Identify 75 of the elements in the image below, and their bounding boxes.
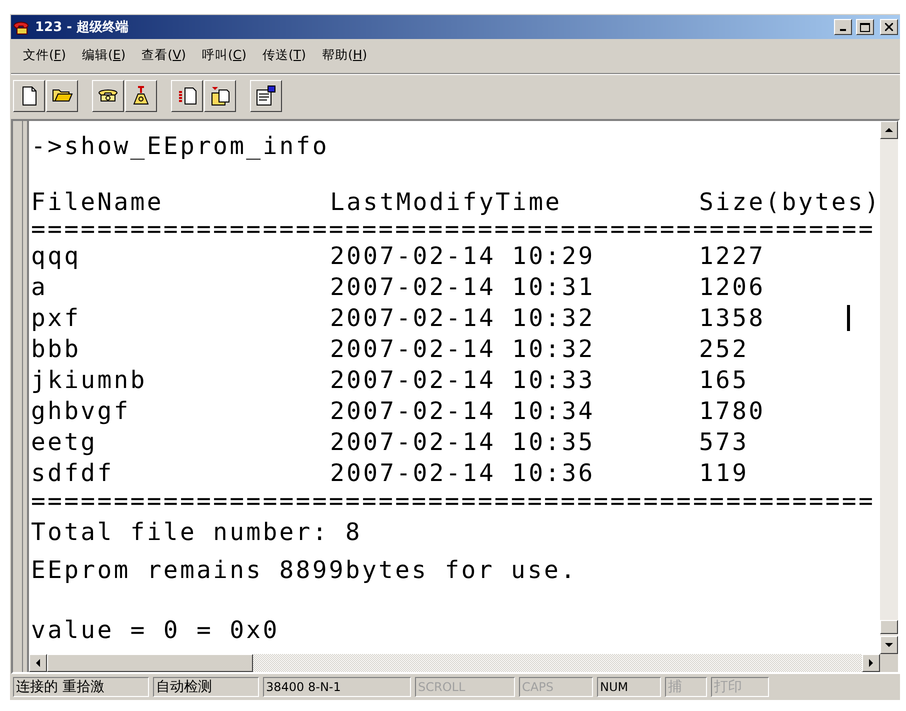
horizontal-scrollbar[interactable] [29, 654, 880, 672]
table-cell-text: sdfdf [31, 458, 115, 489]
terminal-screen[interactable] [29, 121, 880, 654]
status-field: 连接的 重拾激 [13, 677, 149, 697]
table-cell-text: 2007-02-14 10:33 [330, 365, 596, 396]
scroll-right-button[interactable] [862, 654, 880, 672]
close-icon [885, 23, 893, 31]
maximize-icon [860, 22, 870, 32]
column-header: Size(bytes) [699, 187, 880, 217]
table-cell-text: 2007-02-14 10:34 [330, 396, 596, 427]
right-arrow-icon [867, 659, 875, 667]
receive-button[interactable] [204, 80, 236, 112]
close-button[interactable] [880, 19, 898, 35]
text-cursor-icon [847, 305, 850, 331]
table-cell: 573 [699, 427, 749, 458]
scroll-up-button[interactable] [880, 121, 898, 139]
menu-item[interactable]: 呼叫(C) [196, 46, 253, 64]
table-cell: 1206 [699, 272, 766, 303]
call-button[interactable] [92, 80, 124, 112]
open-button[interactable] [46, 80, 78, 112]
vertical-scrollbar[interactable] [880, 121, 898, 654]
status-field: 38400 8-N-1 [263, 677, 411, 697]
folder-icon [210, 86, 230, 106]
folder-icon [52, 89, 72, 102]
table-cell-text: a [31, 272, 49, 303]
scroll-thumb[interactable] [47, 654, 253, 672]
document-icon [22, 86, 36, 106]
menu-item[interactable]: 编辑(E) [76, 46, 132, 64]
terminal-line: ->show_EEprom_info [31, 131, 329, 162]
table-cell-text: 2007-02-14 10:35 [330, 427, 596, 458]
left-arrow-icon [34, 659, 42, 667]
menu-item[interactable]: 文件(F) [17, 46, 72, 64]
table-cell-text: eetg [31, 427, 98, 458]
scroll-thumb[interactable] [880, 620, 898, 634]
scroll-left-button[interactable] [29, 654, 47, 672]
column-header: FileName [31, 187, 164, 217]
window-title: 123 - 超级终端 [35, 19, 130, 36]
table-cell-text: jkiumnb [31, 365, 148, 396]
table-cell: 165 [699, 365, 749, 396]
maximize-button[interactable] [856, 19, 874, 35]
document-icon [178, 86, 196, 104]
table-cell-text: 2007-02-14 10:31 [330, 272, 596, 303]
send-button[interactable] [171, 80, 203, 112]
new-file-button[interactable] [13, 80, 45, 112]
properties-button[interactable] [250, 80, 282, 112]
table-cell: 119 [699, 458, 749, 489]
table-cell: 252 [699, 334, 749, 365]
table-cell-text: 2007-02-14 10:36 [330, 458, 596, 489]
menu-item[interactable]: 查看(V) [136, 46, 192, 64]
table-cell-text: pxf [31, 303, 82, 334]
status-field: 自动检测 [153, 677, 259, 697]
table-cell-text: 2007-02-14 10:32 [330, 303, 596, 334]
separator-line: =================================================== [31, 489, 876, 513]
menu-item[interactable]: 传送(T) [256, 46, 312, 64]
table-cell-text: 2007-02-14 10:29 [330, 241, 596, 272]
down-arrow-icon [885, 641, 893, 649]
up-arrow-icon [885, 126, 893, 134]
terminal-line: value = 0 = 0x0 [31, 615, 280, 646]
status-field: NUM [597, 677, 661, 697]
terminal-line: Total file number: 8 [31, 517, 362, 548]
terminal-line: EEprom remains 8899bytes for use. [31, 555, 578, 586]
column-header: LastModifyTime [330, 187, 563, 217]
table-cell-text: bbb [31, 334, 82, 365]
separator-line: =================================================== [31, 217, 876, 241]
table-cell: 1358 [699, 303, 766, 334]
properties-icon [256, 85, 276, 106]
minimize-button[interactable] [834, 19, 852, 35]
menu-item[interactable]: 帮助(H) [316, 46, 374, 64]
table-cell-text: qqq [31, 241, 82, 272]
table-cell: 1780 [699, 396, 766, 427]
table-cell: 1227 [699, 241, 766, 272]
scroll-down-button[interactable] [880, 636, 898, 654]
table-cell-text: ghbvgf [31, 396, 132, 427]
disconnect-button[interactable] [125, 80, 157, 112]
table-cell-text: 2007-02-14 10:32 [330, 334, 596, 365]
